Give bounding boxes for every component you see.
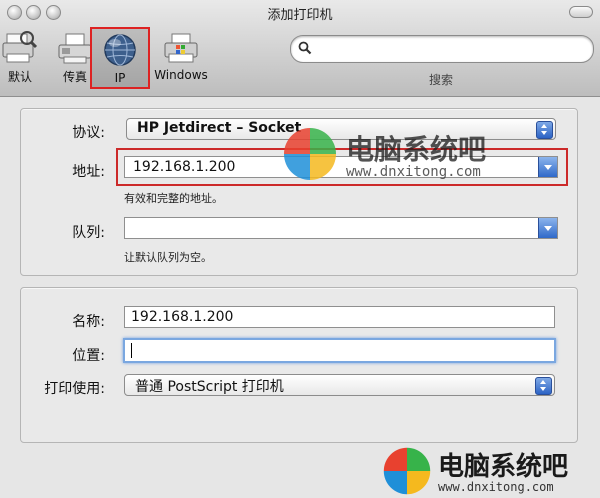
title-toolbar: 添加打印机 默认 传真 IP Windows 搜索 (0, 0, 600, 97)
watermark-name: 电脑系统吧 (346, 133, 487, 166)
watermark-footer-logo-icon (383, 447, 431, 495)
default-printer-icon (1, 30, 39, 66)
toolbar-windows-button[interactable]: Windows (150, 30, 212, 82)
watermark-logo-icon (284, 128, 336, 180)
name-label: 名称: (72, 314, 105, 330)
queue-dropdown-icon[interactable] (538, 218, 557, 238)
address-label: 地址: (72, 164, 105, 180)
search-caption: 搜索 (428, 73, 453, 87)
watermark-overlay: 电脑系统吧 www.dnxitong.com (282, 126, 542, 190)
watermark-footer-url: www.dnxitong.com (438, 480, 554, 494)
address-hint: 有效和完整的地址。 (124, 192, 223, 205)
address-value: 192.168.1.200 (133, 159, 236, 175)
driver-label: 打印使用: (44, 381, 105, 397)
watermark-url: www.dnxitong.com (346, 164, 481, 180)
location-label: 位置: (72, 348, 105, 364)
ip-globe-icon (101, 33, 139, 69)
location-field[interactable] (123, 338, 556, 363)
window-title: 添加打印机 (267, 8, 333, 23)
fax-icon (56, 30, 94, 66)
search-field[interactable] (290, 35, 594, 63)
toolbar-default-button[interactable]: 默认 (0, 30, 40, 85)
toolbar-default-label: 默认 (7, 70, 32, 84)
toolbar-toggle-button[interactable] (569, 6, 593, 18)
queue-label: 队列: (72, 225, 105, 241)
protocol-value: HP Jetdirect – Socket (137, 120, 302, 136)
watermark-footer-name: 电脑系统吧 (438, 452, 569, 482)
name-value: 192.168.1.200 (131, 309, 234, 325)
search-icon (298, 41, 312, 59)
name-field[interactable]: 192.168.1.200 (124, 306, 555, 328)
driver-select[interactable]: 普通 PostScript 打印机 (124, 374, 555, 396)
text-caret (131, 343, 132, 358)
watermark-footer: 电脑系统吧 www.dnxitong.com (378, 444, 600, 498)
toolbar-ip-label: IP (114, 71, 126, 85)
toolbar-ip-button[interactable]: IP (90, 27, 150, 89)
stepper-arrows-icon (535, 377, 552, 395)
queue-hint: 让默认队列为空。 (124, 251, 212, 264)
protocol-label: 协议: (72, 125, 105, 141)
windows-printer-icon (162, 30, 200, 66)
queue-combo[interactable] (124, 217, 558, 239)
add-printer-window: 添加打印机 默认 传真 IP Windows 搜索 协议: HP Jetdire… (0, 0, 600, 498)
driver-value: 普通 PostScript 打印机 (135, 379, 284, 395)
toolbar-windows-label: Windows (154, 68, 208, 82)
